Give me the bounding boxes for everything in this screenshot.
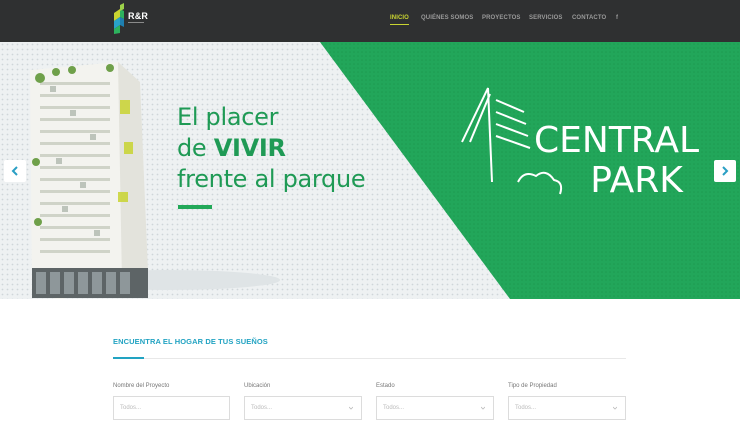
project-name-placeholder: Todos... <box>120 405 142 411</box>
chevron-down-icon <box>613 406 617 410</box>
slogan-line-3: frente al parque <box>177 165 366 193</box>
property-type-select[interactable]: Todos... <box>508 396 626 420</box>
section-divider <box>113 358 626 359</box>
hero-slogan: El placer de VIVIR frente al parque <box>177 102 366 195</box>
label-ubicacion: Ubicación <box>244 383 271 389</box>
nav-item-inicio[interactable]: INICIO <box>390 15 409 25</box>
label-nombre-proyecto: Nombre del Proyecto <box>113 383 170 389</box>
slogan-line-2-bold: VIVIR <box>213 134 286 162</box>
label-estado: Estado <box>376 383 395 389</box>
chevron-down-icon <box>481 406 485 410</box>
chevron-down-icon <box>349 406 353 410</box>
main-nav: INICIO QUIÉNES SOMOS PROYECTOS SERVICIOS… <box>0 15 740 29</box>
nav-item-contacto[interactable]: CONTACTO <box>572 15 606 21</box>
building-image <box>30 62 148 299</box>
central-park-line-2: PARK <box>590 160 683 201</box>
slogan-line-1: El placer <box>177 103 279 131</box>
slider-next-button[interactable] <box>714 160 736 182</box>
nav-item-proyectos[interactable]: PROYECTOS <box>482 15 520 21</box>
location-select[interactable]: Todos... <box>244 396 362 420</box>
slogan-accent-bar <box>178 205 212 209</box>
central-park-line-1: CENTRAL <box>534 120 700 161</box>
facebook-icon[interactable]: f <box>616 15 618 21</box>
title-underline <box>113 357 144 359</box>
hero-slider: El placer de VIVIR frente al parque CENT… <box>0 42 740 299</box>
site-header: R&R INICIO QUIÉNES SOMOS PROYECTOS SERVI… <box>0 0 740 42</box>
search-section-title: ENCUENTRA EL HOGAR DE TUS SUEÑOS <box>113 337 268 346</box>
central-park-title: CENTRAL PARK <box>534 121 699 201</box>
chevron-right-icon <box>722 166 729 176</box>
location-placeholder: Todos... <box>251 405 273 411</box>
chevron-left-icon <box>11 166 18 176</box>
status-select[interactable]: Todos... <box>376 396 494 420</box>
slogan-line-2: de VIVIR <box>177 133 365 164</box>
slider-prev-button[interactable] <box>4 160 26 182</box>
nav-item-servicios[interactable]: SERVICIOS <box>529 15 562 21</box>
slogan-line-2-prefix: de <box>177 134 214 162</box>
property-type-placeholder: Todos... <box>515 405 537 411</box>
nav-item-quienes-somos[interactable]: QUIÉNES SOMOS <box>421 15 473 21</box>
status-placeholder: Todos... <box>383 405 405 411</box>
label-tipo-propiedad: Tipo de Propiedad <box>508 383 557 389</box>
project-name-input[interactable]: Todos... <box>113 396 230 420</box>
